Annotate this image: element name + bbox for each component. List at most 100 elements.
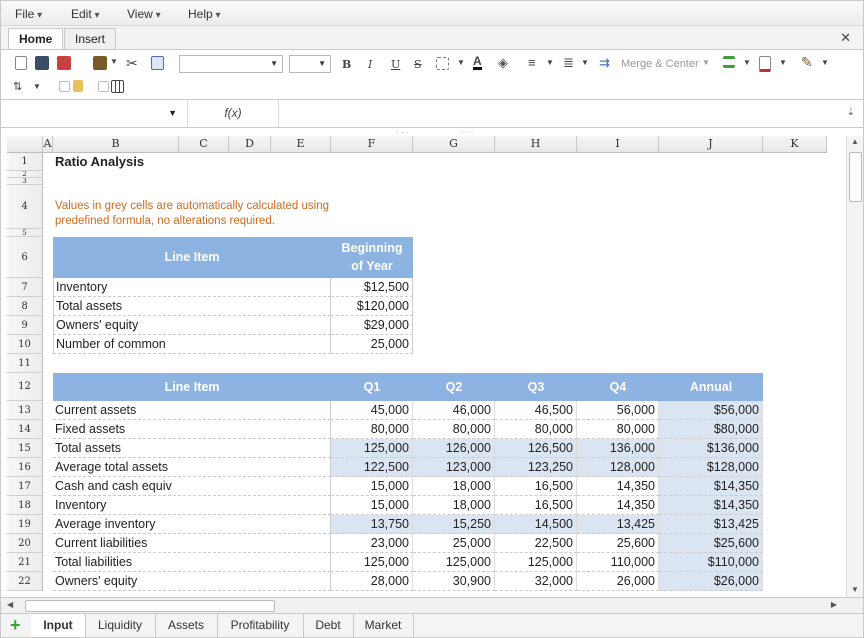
table2-quarter-cell[interactable]: 125,000 (331, 553, 413, 572)
sheet-tab-market[interactable]: Market (353, 614, 414, 637)
table2-quarter-cell[interactable]: 23,000 (331, 534, 413, 553)
table2-quarter-cell[interactable]: 80,000 (495, 420, 577, 439)
row-header-21[interactable]: 21 (7, 553, 43, 572)
table2-annual-cell[interactable]: $110,000 (659, 553, 763, 572)
scroll-down-icon[interactable]: ▼ (851, 585, 859, 594)
table2-quarter-cell[interactable]: 126,500 (495, 439, 577, 458)
row-header-2[interactable]: 2 (7, 171, 43, 178)
row-header-10[interactable]: 10 (7, 335, 43, 354)
lock-icon[interactable] (73, 80, 83, 92)
row-header-11[interactable]: 11 (7, 354, 43, 373)
menu-view[interactable]: View (127, 7, 161, 21)
table2-quarter-cell[interactable]: 25,000 (413, 534, 495, 553)
row-header-15[interactable]: 15 (7, 439, 43, 458)
paste-icon[interactable] (93, 56, 107, 70)
align-icon[interactable]: ≡ (528, 55, 536, 70)
row-header-1[interactable]: 1 (7, 153, 43, 171)
sort-icon[interactable]: ⇅ (13, 80, 22, 93)
valign-icon[interactable]: ≣ (563, 55, 574, 71)
save-icon[interactable] (35, 56, 49, 70)
table2-quarter-cell[interactable]: 15,000 (331, 477, 413, 496)
row-header-12[interactable]: 12 (7, 373, 43, 401)
col-header-g[interactable]: G (413, 136, 495, 153)
table2-row-label[interactable]: Average inventory (53, 515, 331, 534)
table2-quarter-cell[interactable]: 126,000 (413, 439, 495, 458)
sheet-tab-debt[interactable]: Debt (303, 614, 354, 637)
row-header-22[interactable]: 22 (7, 572, 43, 591)
table2-quarter-cell[interactable]: 80,000 (577, 420, 659, 439)
vertical-scroll-thumb[interactable] (849, 152, 862, 202)
table2-annual-cell[interactable]: $56,000 (659, 401, 763, 420)
font-color-icon[interactable]: A (473, 55, 482, 70)
table2-row-label[interactable]: Total assets (53, 439, 331, 458)
table2-row-label[interactable]: Current assets (53, 401, 331, 420)
col-header-d[interactable]: D (229, 136, 271, 153)
select-all-corner[interactable] (7, 136, 43, 153)
font-family-select[interactable] (179, 55, 283, 73)
row-header-16[interactable]: 16 (7, 458, 43, 477)
table2-quarter-cell[interactable]: 46,500 (495, 401, 577, 420)
col-header-e[interactable]: E (271, 136, 331, 153)
col-header-f[interactable]: F (331, 136, 413, 153)
sheet-tab-input[interactable]: Input (31, 614, 86, 637)
table2-quarter-cell[interactable]: 28,000 (331, 572, 413, 591)
table2-quarter-cell[interactable]: 128,000 (577, 458, 659, 477)
col-header-a[interactable]: A (43, 136, 53, 153)
table2-row-label[interactable]: Owners' equity (53, 572, 331, 591)
table2-quarter-cell[interactable]: 125,000 (413, 553, 495, 572)
col-header-h[interactable]: H (495, 136, 577, 153)
fill-color-icon[interactable]: ◈ (498, 55, 508, 71)
delete-icon[interactable] (759, 56, 771, 72)
row-header-18[interactable]: 18 (7, 496, 43, 515)
copy-icon[interactable] (151, 56, 164, 70)
grid-icon[interactable] (111, 80, 124, 93)
table2-quarter-cell[interactable]: 30,900 (413, 572, 495, 591)
strikethrough-button[interactable]: S (414, 58, 422, 71)
delete-dropdown-icon[interactable]: ▼ (779, 58, 787, 67)
table2-row-label[interactable]: Current liabilities (53, 534, 331, 553)
vertical-scrollbar[interactable]: ▲ ▼ (846, 136, 863, 597)
table2-row-label[interactable]: Inventory (53, 496, 331, 515)
row-header-8[interactable]: 8 (7, 297, 43, 316)
table2-quarter-cell[interactable]: 80,000 (331, 420, 413, 439)
table2-row-label[interactable]: Average total assets (53, 458, 331, 477)
clear-dropdown-icon[interactable]: ▼ (821, 58, 829, 67)
sort-dropdown-icon[interactable]: ▼ (33, 82, 41, 91)
cut-icon[interactable]: ✂ (126, 55, 138, 72)
paste-dropdown-icon[interactable]: ▼ (110, 57, 118, 66)
sheet-tab-liquidity[interactable]: Liquidity (85, 614, 156, 637)
pdf-icon[interactable] (57, 56, 71, 70)
close-ribbon-icon[interactable]: ✕ (840, 30, 851, 46)
table1-row-label[interactable]: Number of common (53, 335, 331, 354)
sheet-tab-assets[interactable]: Assets (155, 614, 218, 637)
col-header-j[interactable]: J (659, 136, 763, 153)
table2-quarter-cell[interactable]: 14,350 (577, 496, 659, 515)
row-header-14[interactable]: 14 (7, 420, 43, 439)
scroll-left-icon[interactable]: ◀ (7, 600, 13, 609)
table2-quarter-cell[interactable]: 123,000 (413, 458, 495, 477)
merge-dropdown-icon[interactable]: ▼ (702, 58, 710, 67)
table2-annual-cell[interactable]: $14,350 (659, 477, 763, 496)
table2-annual-cell[interactable]: $25,600 (659, 534, 763, 553)
merge-center-button[interactable]: Merge & Center (621, 58, 699, 70)
table2-quarter-cell[interactable]: 18,000 (413, 496, 495, 515)
table1-row-value[interactable]: 25,000 (331, 335, 413, 354)
font-size-select[interactable] (289, 55, 331, 73)
table2-quarter-cell[interactable]: 13,425 (577, 515, 659, 534)
row-header-19[interactable]: 19 (7, 515, 43, 534)
tab-home[interactable]: Home (8, 28, 64, 51)
horizontal-scroll-thumb[interactable] (25, 600, 275, 612)
row-header-9[interactable]: 9 (7, 316, 43, 335)
gridlines-checkbox[interactable] (98, 81, 109, 92)
valign-dropdown-icon[interactable]: ▼ (581, 58, 589, 67)
table2-quarter-cell[interactable]: 25,600 (577, 534, 659, 553)
table2-quarter-cell[interactable]: 56,000 (577, 401, 659, 420)
scroll-up-icon[interactable]: ▲ (851, 137, 859, 146)
table1-row-value[interactable]: $120,000 (331, 297, 413, 316)
table2-row-label[interactable]: Total liabilities (53, 553, 331, 572)
table2-quarter-cell[interactable]: 16,500 (495, 477, 577, 496)
table2-annual-cell[interactable]: $14,350 (659, 496, 763, 515)
table2-quarter-cell[interactable]: 80,000 (413, 420, 495, 439)
align-dropdown-icon[interactable]: ▼ (546, 58, 554, 67)
scroll-right-icon[interactable]: ▶ (831, 600, 837, 609)
